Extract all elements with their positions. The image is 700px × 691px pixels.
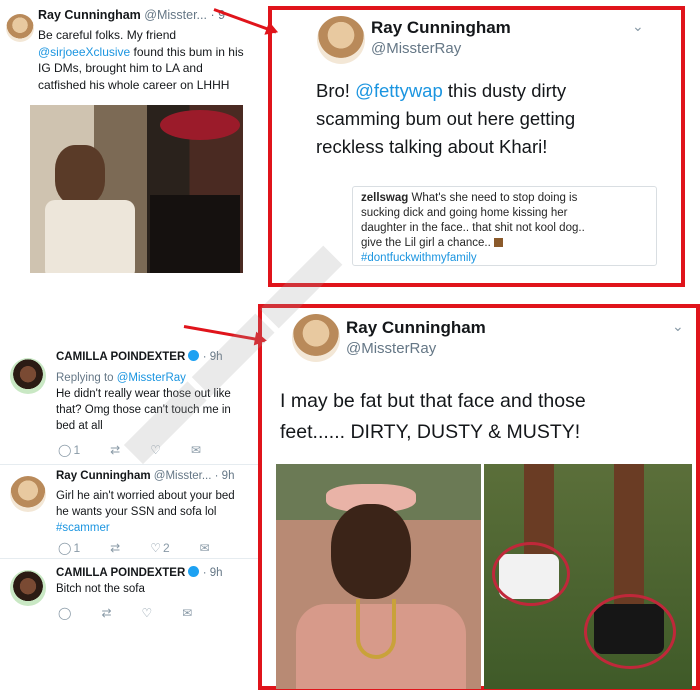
top-left-tweet: Ray Cunningham @Misster... · 9 Be carefu…	[0, 0, 272, 278]
tweet-text: Bro! @fettywap this dusty dirty scamming…	[316, 80, 576, 157]
reply-text: Replying to @MissterRay He didn't really…	[56, 372, 231, 432]
reply-text: Bitch not the sofa	[56, 583, 145, 595]
dm-icon[interactable]: ✉	[182, 606, 192, 620]
reply-text: Girl he ain't worried about your bed he …	[56, 490, 235, 536]
top-right-tweet: Ray Cunningham @MissterRay ⌄ Bro! @fetty…	[268, 6, 685, 287]
tweet-text: Be careful folks. My friend @sirjoeeXclu…	[38, 28, 244, 92]
retweet-icon[interactable]: ⇄	[101, 606, 111, 620]
tweet-text: I may be fat but that face and those fee…	[280, 390, 586, 443]
reply-header: Ray Cunningham @Misster... · 9h	[56, 470, 235, 482]
avatar[interactable]	[317, 16, 365, 64]
user-name[interactable]: CAMILLA POINDEXTER	[56, 351, 185, 363]
reply-header: CAMILLA POINDEXTER · 9h	[56, 566, 223, 579]
user-name[interactable]: CAMILLA POINDEXTER	[56, 567, 185, 579]
hashtag-link[interactable]: #dontfuckwithmyfamily	[361, 251, 648, 266]
like-icon[interactable]: ♡ 2	[150, 541, 169, 555]
user-name[interactable]: Ray Cunningham	[38, 8, 141, 22]
avatar[interactable]	[10, 358, 46, 394]
dm-icon[interactable]: ✉	[200, 541, 210, 555]
tweet-photo[interactable]	[30, 105, 243, 273]
user-handle: @MissterRay	[371, 40, 462, 57]
reply-header: CAMILLA POINDEXTER · 9h	[56, 350, 223, 363]
reply-icon[interactable]: ◯ 1	[58, 541, 80, 555]
emoji-icon	[493, 238, 503, 248]
dm-icon[interactable]: ✉	[191, 443, 201, 457]
mention-link[interactable]: @MissterRay	[117, 372, 186, 384]
red-circle-annotation	[492, 542, 570, 606]
comment-user[interactable]: zellswag	[361, 192, 408, 204]
bottom-left-replies: CAMILLA POINDEXTER · 9h Replying to @Mis…	[0, 340, 258, 630]
like-icon[interactable]: ♡	[150, 443, 161, 457]
bottom-right-tweet: Ray Cunningham @MissterRay ⌄ I may be fa…	[258, 304, 700, 690]
verified-icon	[188, 350, 200, 361]
user-name[interactable]: Ray Cunningham	[346, 318, 486, 338]
verified-icon	[188, 566, 200, 577]
tweet-header: Ray Cunningham @Misster... · 9	[38, 8, 225, 22]
reply-actions: ◯ 1 ⇄ ♡ 2 ✉	[58, 541, 210, 555]
chevron-down-icon[interactable]: ⌄	[632, 18, 644, 35]
avatar[interactable]	[292, 314, 340, 362]
red-circle-annotation	[584, 594, 676, 669]
avatar[interactable]	[10, 570, 46, 606]
quoted-comment: zellswag What's she need to stop doing i…	[352, 186, 657, 266]
chevron-down-icon[interactable]: ⌄	[672, 318, 684, 335]
user-handle: @Misster...	[144, 8, 207, 22]
hashtag-link[interactable]: #scammer	[56, 520, 235, 536]
like-icon[interactable]: ♡	[142, 606, 153, 620]
user-name[interactable]: Ray Cunningham	[56, 470, 151, 482]
tweet-photo-feet[interactable]	[484, 464, 692, 689]
divider	[0, 464, 258, 465]
divider	[0, 558, 258, 559]
reply-actions: ◯ ⇄ ♡ ✉	[58, 606, 192, 620]
avatar[interactable]	[6, 14, 34, 42]
tweet-photo-face[interactable]	[276, 464, 481, 689]
retweet-icon[interactable]: ⇄	[110, 541, 120, 555]
avatar[interactable]	[10, 476, 46, 512]
mention-link[interactable]: @sirjoeeXclusive	[38, 45, 130, 59]
retweet-icon[interactable]: ⇄	[110, 443, 120, 457]
reply-icon[interactable]: ◯	[58, 606, 71, 620]
user-name[interactable]: Ray Cunningham	[371, 18, 511, 38]
reply-actions: ◯ 1 ⇄ ♡ ✉	[58, 443, 201, 457]
reply-icon[interactable]: ◯ 1	[58, 443, 80, 457]
mention-link[interactable]: @fettywap	[355, 80, 443, 101]
user-handle: @MissterRay	[346, 340, 437, 357]
